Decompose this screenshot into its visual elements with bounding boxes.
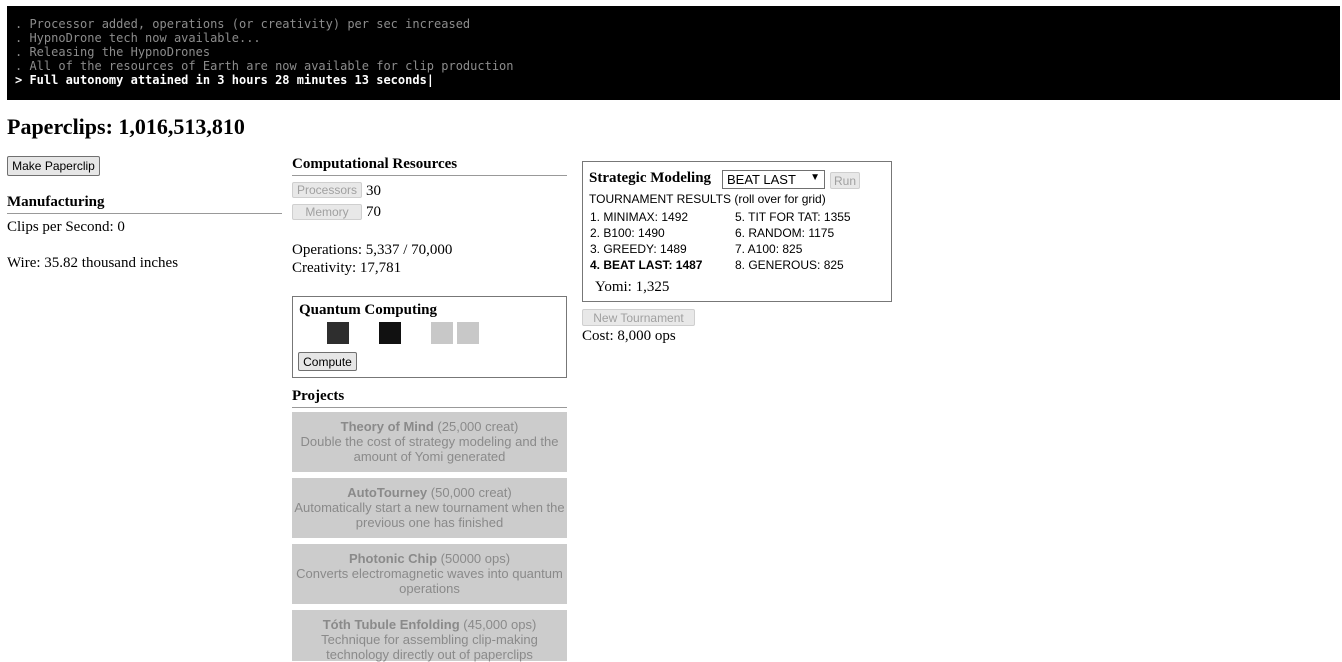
console-line: . All of the resources of Earth are now … [15, 59, 514, 73]
processors-value: 30 [366, 183, 381, 199]
console-log: . Processor added, operations (or creati… [7, 6, 1340, 100]
console-line: . Processor added, operations (or creati… [15, 17, 471, 31]
tournament-cost: Cost: 8,000 ops [582, 328, 676, 344]
project-cost: (45,000 ops) [463, 617, 537, 632]
project-name: AutoTourney [347, 485, 428, 500]
tournament-results-label: TOURNAMENT RESULTS (roll over for grid) [589, 192, 826, 206]
quantum-chip [431, 322, 453, 344]
project-cost: (50000 ops) [440, 551, 511, 566]
tournament-result: 1. MINIMAX: 1492 [590, 210, 689, 224]
console-line: . HypnoDrone tech now available... [15, 31, 261, 45]
project-button[interactable]: Photonic Chip (50000 ops) Converts elect… [292, 544, 567, 604]
project-description: Automatically start a new tournament whe… [294, 500, 565, 530]
creativity-value: 17,781 [359, 260, 402, 276]
project-button[interactable]: AutoTourney (50,000 creat) Automatically… [292, 478, 567, 538]
creativity-label: Creativity: [292, 260, 360, 276]
memory-button[interactable]: Memory [292, 204, 362, 220]
strategic-modeling-panel: Strategic Modeling BEAT LAST ▼ Run TOURN… [582, 161, 892, 302]
tournament-result: 8. GENEROUS: 825 [735, 258, 844, 272]
computational-resources-heading: Computational Resources [292, 156, 567, 176]
console-line: . Releasing the HypnoDrones [15, 45, 211, 59]
memory-value: 70 [366, 204, 381, 220]
operations-max: 70,000 [411, 242, 453, 258]
operations-value: 5,337 [365, 242, 400, 258]
project-button[interactable]: Tóth Tubule Enfolding (45,000 ops) Techn… [292, 610, 567, 662]
project-name: Photonic Chip [348, 551, 438, 566]
projects-heading: Projects [292, 388, 567, 408]
tournament-result: 5. TIT FOR TAT: 1355 [735, 210, 851, 224]
creativity-readout: Creativity: 17,781 [292, 260, 401, 277]
project-name: Theory of Mind [340, 419, 434, 434]
strategy-select[interactable]: BEAT LAST ▼ [722, 170, 825, 189]
tournament-result-current: 4. BEAT LAST: 1487 [590, 258, 703, 272]
tournament-result: 2. B100: 1490 [590, 226, 665, 240]
run-button[interactable]: Run [830, 172, 860, 189]
project-name: Tóth Tubule Enfolding [322, 617, 460, 632]
tournament-result: 3. GREEDY: 1489 [590, 242, 687, 256]
quantum-chip [379, 322, 401, 344]
quantum-chip [457, 322, 479, 344]
wire-amount: Wire: 35.82 thousand inches [7, 255, 179, 271]
project-description: Converts electromagnetic waves into quan… [296, 566, 563, 596]
project-cost: (50,000 creat) [430, 485, 512, 500]
operations-label: Operations: [292, 242, 366, 258]
quantum-computing-panel: Quantum Computing Compute [292, 296, 567, 378]
project-button[interactable]: Theory of Mind (25,000 creat) Double the… [292, 412, 567, 472]
quantum-chip [327, 322, 349, 344]
operations-separator: / [399, 242, 412, 258]
new-tournament-button[interactable]: New Tournament [582, 309, 695, 326]
strategic-modeling-heading: Strategic Modeling [589, 170, 712, 186]
manufacturing-heading: Manufacturing [7, 194, 282, 214]
project-description: Double the cost of strategy modeling and… [300, 434, 559, 464]
compute-button[interactable]: Compute [298, 352, 357, 371]
clips-per-second: Clips per Second: 0 [7, 219, 125, 235]
yomi-value: Yomi: 1,325 [595, 279, 670, 295]
project-description: Technique for assembling clip-making tec… [321, 632, 538, 662]
tournament-result: 6. RANDOM: 1175 [735, 226, 835, 240]
make-paperclip-button[interactable]: Make Paperclip [7, 156, 100, 176]
operations-readout: Operations: 5,337 / 70,000 [292, 242, 452, 259]
tournament-result: 7. A100: 825 [735, 242, 803, 256]
processors-button[interactable]: Processors [292, 182, 362, 198]
quantum-computing-heading: Quantum Computing [299, 302, 437, 318]
strategy-selected-value: BEAT LAST [727, 172, 796, 187]
paperclips-count: Paperclips: 1,016,513,810 [7, 114, 245, 139]
project-cost: (25,000 creat) [437, 419, 519, 434]
console-current-line: > Full autonomy attained in 3 hours 28 m… [15, 73, 435, 87]
dropdown-arrow-icon: ▼ [810, 172, 820, 183]
